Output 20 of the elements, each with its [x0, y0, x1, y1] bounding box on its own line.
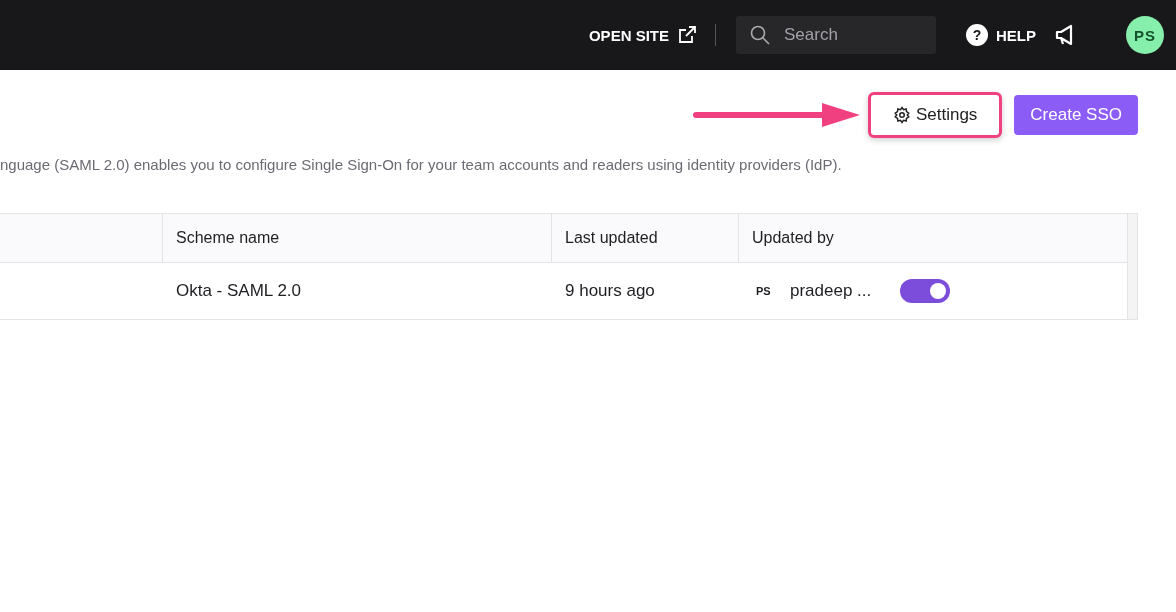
settings-button[interactable]: Settings: [867, 92, 1003, 138]
table-cell-text: pradeep ...: [790, 281, 873, 301]
table-cell: Okta - SAML 2.0: [176, 281, 302, 301]
column-header: Updated by: [751, 228, 835, 248]
settings-icon: [892, 106, 911, 124]
column-header: Scheme name: [163, 214, 552, 262]
toggle-switch[interactable]: [900, 279, 950, 303]
search-icon: [750, 25, 770, 45]
column-header: Last updated: [552, 214, 739, 262]
user-avatar: PS: [756, 285, 772, 297]
description-text: nguage (SAML 2.0) enables you to configure Single Sign-On for your team accounts and readers using identity providers (IdP).: [0, 156, 843, 173]
scrollbar-track[interactable]: [1127, 214, 1137, 319]
user-avatar[interactable]: PS: [1126, 16, 1164, 54]
table-cell: 9 hours ago: [565, 281, 655, 301]
external-link-icon: [677, 25, 697, 45]
search-field[interactable]: Search: [736, 16, 936, 54]
open-site-link[interactable]: OPEN SITE: [588, 25, 697, 45]
create-sso-button[interactable]: Create SSO: [1014, 95, 1138, 135]
help-icon[interactable]: ?: [966, 24, 988, 46]
help-link[interactable]: HELP: [996, 26, 1036, 44]
